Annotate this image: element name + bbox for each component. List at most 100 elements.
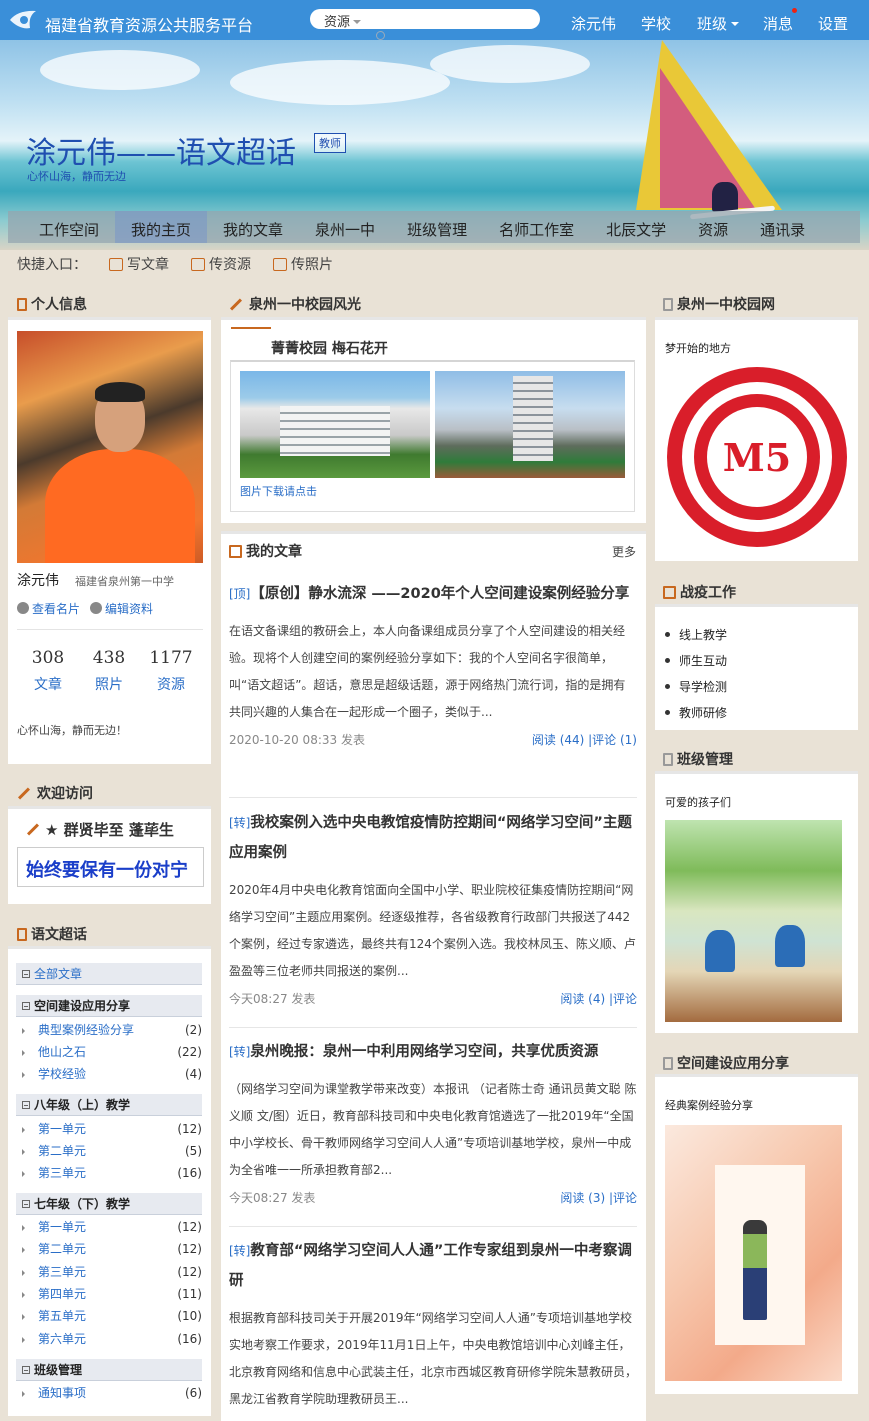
- collapse-icon: [22, 1366, 30, 1374]
- avatar[interactable]: [17, 331, 203, 563]
- article-title-text: 我校案例入选中央电教馆疫情防控期间“网络学习空间”主题应用案例: [229, 815, 632, 861]
- page-icon: [663, 752, 673, 766]
- tree-group[interactable]: 班级管理: [16, 1359, 202, 1381]
- article-stats[interactable]: 阅读 (44) |评论 (1): [532, 731, 637, 748]
- tree-item-label: 第六单元: [38, 1332, 87, 1346]
- tree-group[interactable]: 八年级（上）教学: [16, 1094, 202, 1116]
- tab-workspace[interactable]: 工作空间: [8, 211, 115, 243]
- article-stats[interactable]: 阅读 (3) |评论: [560, 1189, 637, 1206]
- tab-famous-teacher-studio[interactable]: 名师工作室: [483, 211, 590, 243]
- tree-item[interactable]: 第二单元 (12): [22, 1239, 202, 1259]
- tab-class-management[interactable]: 班级管理: [391, 211, 483, 243]
- tab-contacts[interactable]: 通讯录: [744, 211, 821, 243]
- campus-photo[interactable]: [240, 371, 430, 478]
- tree-item[interactable]: 第四单元 (11): [22, 1284, 202, 1304]
- list-item[interactable]: 教师研修: [665, 700, 727, 726]
- epidemic-card: 线上教学 师生互动 导学检测 教师研修: [655, 604, 858, 730]
- space-motto: 心怀山海，静而无边: [27, 170, 126, 183]
- tree-label: 八年级（上）教学: [34, 1098, 131, 1112]
- gear-icon: [90, 602, 103, 614]
- edit-profile-link[interactable]: 编辑资料: [90, 600, 153, 617]
- tab-beichen-literature[interactable]: 北辰文学: [590, 211, 682, 243]
- tree-label: 班级管理: [34, 1363, 83, 1377]
- nav-user[interactable]: 涂元伟: [571, 13, 616, 34]
- list-item[interactable]: 导学检测: [665, 674, 727, 700]
- tree-item-count: (2): [185, 1023, 202, 1037]
- article-stats[interactable]: 阅读 (4) |评论: [560, 990, 637, 1007]
- tree-item-label: 学校经验: [38, 1067, 87, 1081]
- tree-item[interactable]: 第六单元 (16): [22, 1329, 202, 1349]
- tab-homepage[interactable]: 我的主页: [115, 211, 208, 243]
- share-card: 经典案例经验分享: [655, 1074, 858, 1394]
- school-seal-logo[interactable]: M5: [667, 367, 847, 547]
- class-heading: 班级管理: [663, 749, 733, 769]
- tree-item[interactable]: 第一单元 (12): [22, 1119, 202, 1139]
- class-photo[interactable]: [665, 820, 842, 1022]
- pencil-icon: [26, 823, 40, 836]
- tree-item[interactable]: 学校经验 (4): [22, 1064, 202, 1084]
- platform-title[interactable]: 福建省教育资源公共服务平台: [45, 12, 253, 36]
- tree-item[interactable]: 第五单元 (10): [22, 1306, 202, 1326]
- stat-articles[interactable]: 308 文章: [18, 648, 78, 694]
- article-title[interactable]: [转]教育部“网络学习空间人人通”工作专家组到泉州一中考察调研: [229, 1236, 637, 1296]
- article-time: 2020-10-20 08:33 发表: [229, 733, 365, 747]
- seal-center: M5: [707, 407, 807, 507]
- tree-item-count: (16): [177, 1332, 202, 1346]
- share-image[interactable]: [665, 1125, 842, 1381]
- more-link[interactable]: 更多: [612, 543, 636, 560]
- welcome-title: ★ 群贤毕至 蓬荜生: [26, 819, 174, 840]
- tree-item[interactable]: 第一单元 (12): [22, 1217, 202, 1237]
- tree-item[interactable]: 通知事项 (6): [22, 1383, 202, 1403]
- search-box[interactable]: 资源: [310, 9, 540, 40]
- campus-photo[interactable]: [435, 371, 625, 478]
- tab-quanzhou-no1[interactable]: 泉州一中: [299, 211, 391, 243]
- share-caption: 经典案例经验分享: [665, 1099, 753, 1112]
- tree-item-label: 第四单元: [38, 1287, 87, 1301]
- tab-resources[interactable]: 资源: [682, 211, 744, 243]
- nav-messages[interactable]: 消息: [763, 13, 793, 34]
- stat-label: 照片: [95, 677, 123, 693]
- download-link[interactable]: 图片下载请点击: [240, 483, 317, 499]
- tree-group[interactable]: 七年级（下）教学: [16, 1193, 202, 1215]
- tree-item[interactable]: 第二单元 (5): [22, 1141, 202, 1161]
- list-icon: [663, 585, 676, 599]
- article-title[interactable]: [顶]【原创】静水流深 ——2020年个人空间建设案例经验分享: [229, 579, 637, 609]
- book-icon: [17, 297, 27, 311]
- nav-school[interactable]: 学校: [641, 13, 671, 34]
- tree-all-articles[interactable]: 全部文章: [16, 963, 202, 985]
- search-icon[interactable]: [376, 31, 385, 40]
- stat-resources[interactable]: 1177 资源: [141, 648, 201, 694]
- view-card-link[interactable]: 查看名片: [17, 600, 80, 617]
- child-figure: [705, 930, 735, 972]
- article-title[interactable]: [转]我校案例入选中央电教馆疫情防控期间“网络学习空间”主题应用案例: [229, 808, 637, 868]
- avatar-body: [45, 449, 195, 563]
- tab-my-articles[interactable]: 我的文章: [207, 211, 299, 243]
- tree-item[interactable]: 第三单元 (12): [22, 1262, 202, 1282]
- upload-resource-button[interactable]: 传资源: [191, 254, 251, 274]
- list-item[interactable]: 师生互动: [665, 648, 727, 674]
- nav-settings[interactable]: 设置: [818, 13, 848, 34]
- tree-item[interactable]: 第三单元 (16): [22, 1163, 202, 1183]
- cloud: [40, 50, 200, 90]
- article-summary: 根据教育部科技司关于开展2019年“网络学习空间人人通”专项培训基地学校实地考察…: [229, 1311, 638, 1406]
- nav-class[interactable]: 班级: [697, 13, 740, 34]
- tree-group[interactable]: 空间建设应用分享: [16, 995, 202, 1017]
- list-item[interactable]: 线上教学: [665, 622, 727, 648]
- article-meta: 今天08:27 发表 阅读 (3) |评论: [229, 1189, 637, 1209]
- stat-photos[interactable]: 438 照片: [79, 648, 139, 694]
- upload-photo-button[interactable]: 传照片: [273, 254, 333, 274]
- school-site-card: 梦开始的地方 M5: [655, 317, 858, 561]
- article-tag: [顶]: [229, 587, 251, 601]
- profile-name[interactable]: 涂元伟: [17, 570, 59, 590]
- tree-item[interactable]: 他山之石 (22): [22, 1042, 202, 1062]
- platform-logo-icon[interactable]: [8, 8, 38, 32]
- search-type-select[interactable]: 资源: [324, 11, 361, 30]
- heading-text: 我的文章: [246, 544, 302, 560]
- write-article-button[interactable]: 写文章: [109, 254, 169, 274]
- article-item: [转]我校案例入选中央电教馆疫情防控期间“网络学习空间”主题应用案例 2020年…: [229, 808, 637, 1010]
- article-time: 今天08:27 发表: [229, 1191, 316, 1205]
- category-tree: 全部文章 空间建设应用分享 典型案例经验分享 (2) 他山之石 (22) 学校经验 (…: [8, 946, 211, 1416]
- tree-item[interactable]: 典型案例经验分享 (2): [22, 1020, 202, 1040]
- stat-value: 438: [92, 648, 126, 668]
- article-title[interactable]: [转]泉州晚报：泉州一中利用网络学习空间，共享优质资源: [229, 1037, 637, 1067]
